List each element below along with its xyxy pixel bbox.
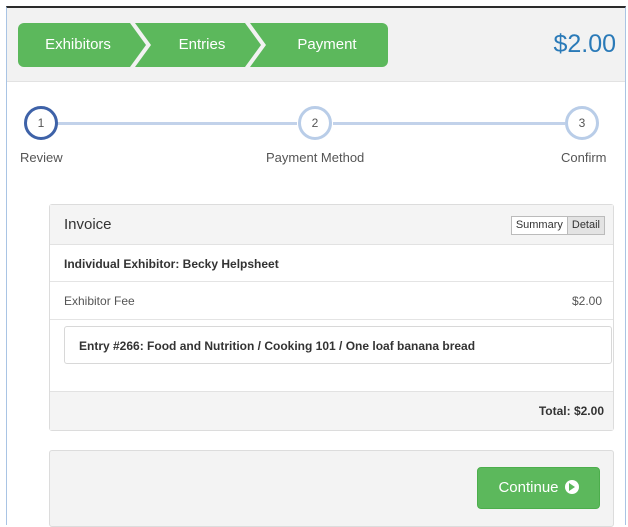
step-2-label: Payment Method xyxy=(266,150,365,165)
fee-label: Exhibitor Fee xyxy=(64,294,135,308)
checkout-header: Exhibitors Entries Payment $2.00 xyxy=(7,8,625,82)
step-1-circle: 1 xyxy=(24,106,58,140)
header-total: $2.00 xyxy=(553,30,616,58)
continue-label: Continue xyxy=(498,479,559,496)
breadcrumb-payment[interactable]: Payment xyxy=(250,23,388,67)
invoice-view-toggle: Summary Detail xyxy=(510,216,605,235)
invoice-footer: Total: $2.00 xyxy=(50,391,613,430)
continue-button[interactable]: Continue xyxy=(477,467,600,509)
step-connector xyxy=(333,122,565,125)
step-1-label: Review xyxy=(20,150,63,165)
step-3-circle: 3 xyxy=(565,106,599,140)
checkout-frame: Exhibitors Entries Payment $2.00 1 2 3 R… xyxy=(6,6,626,527)
step-3-label: Confirm xyxy=(561,150,607,165)
fee-amount: $2.00 xyxy=(571,294,602,308)
breadcrumb-exhibitors[interactable]: Exhibitors xyxy=(18,23,146,67)
action-bar: Continue xyxy=(49,450,614,527)
progress-steps: 1 2 3 Review Payment Method Confirm xyxy=(7,104,625,174)
step-2-circle: 2 xyxy=(298,106,332,140)
entry-description: Entry #266: Food and Nutrition / Cooking… xyxy=(79,339,476,353)
invoice-total: Total: $2.00 xyxy=(538,404,604,418)
exhibitor-row: Individual Exhibitor: Becky Helpsheet xyxy=(50,245,613,282)
invoice-title: Invoice xyxy=(64,216,112,233)
invoice-header: Invoice Summary Detail xyxy=(50,205,613,245)
detail-view-button[interactable]: Detail xyxy=(567,216,605,235)
breadcrumb-entries[interactable]: Entries xyxy=(135,23,261,67)
arrow-right-circle-icon xyxy=(564,480,579,494)
exhibitor-name: Individual Exhibitor: Becky Helpsheet xyxy=(64,257,279,271)
breadcrumb: Exhibitors Entries Payment xyxy=(18,23,388,67)
fee-row: Exhibitor Fee $2.00 xyxy=(50,282,613,320)
invoice-panel: Invoice Summary Detail Individual Exhibi… xyxy=(49,204,614,431)
step-connector xyxy=(43,122,297,125)
entry-item: Entry #266: Food and Nutrition / Cooking… xyxy=(64,326,612,364)
summary-view-button[interactable]: Summary xyxy=(510,216,568,235)
